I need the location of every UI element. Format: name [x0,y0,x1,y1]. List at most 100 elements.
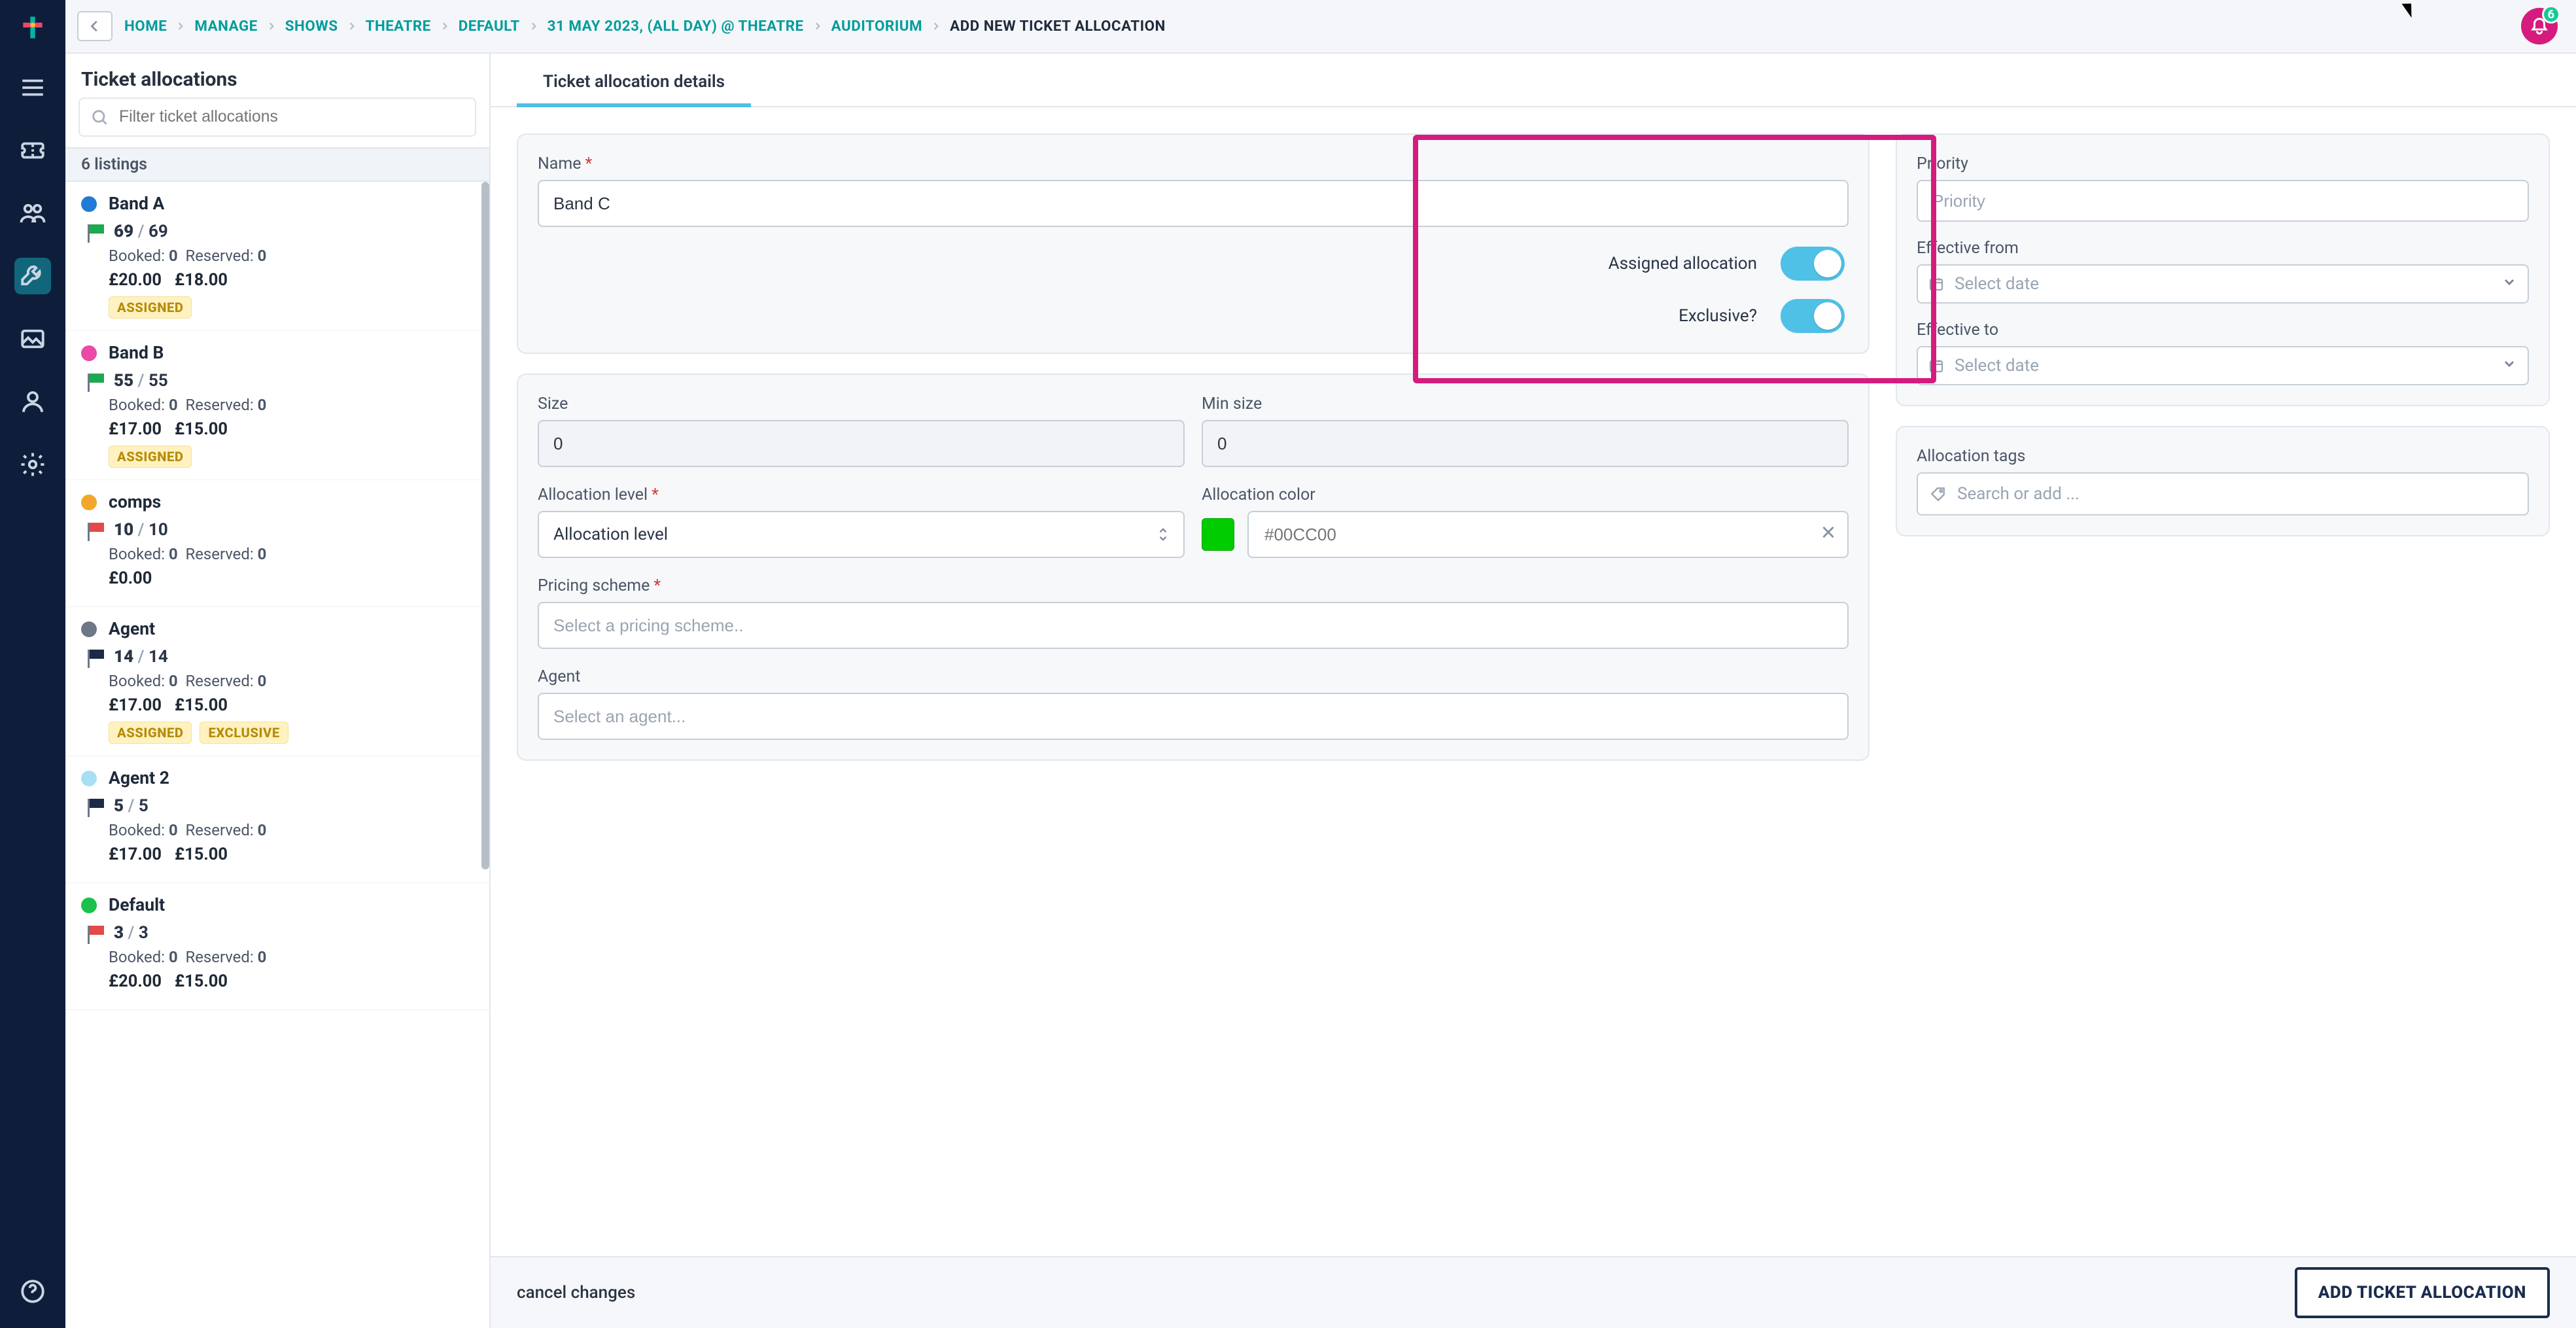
breadcrumb-link[interactable]: MANAGE [194,18,257,35]
nav-help-icon[interactable] [14,1273,51,1310]
name-label: Name* [538,154,1849,173]
nav-tickets-icon[interactable] [14,132,51,169]
color-dot [81,771,97,786]
breadcrumb-link[interactable]: 31 MAY 2023, (ALL DAY) @ THEATRE [548,18,804,35]
list-item[interactable]: Band B55 / 55Booked: 0 Reserved: 0£17.00… [65,331,489,480]
list-item-stats: Booked: 0 Reserved: 0 [81,247,474,265]
list-item-prices: £17.00£15.00 [81,419,474,439]
list-item-name: Band A [109,194,164,214]
tag-pill: ASSIGNED [109,722,192,744]
list-item-name: Band B [109,343,164,363]
breadcrumb-link[interactable]: THEATRE [366,18,431,35]
nav-settings-icon[interactable] [14,446,51,483]
allocationlevel-value: Allocation level [553,525,668,544]
assigned-toggle[interactable] [1781,247,1845,281]
list-item-stats: Booked: 0 Reserved: 0 [81,545,474,563]
eff-from-picker[interactable]: Select date [1917,264,2529,304]
back-button[interactable] [77,11,113,41]
minsize-input[interactable] [1202,420,1849,467]
list-item[interactable]: comps10 / 10Booked: 0 Reserved: 0£0.00 [65,480,489,607]
add-ticket-allocation-button[interactable]: ADD TICKET ALLOCATION [2295,1267,2550,1318]
nav-people-icon[interactable] [14,195,51,232]
list-item[interactable]: Agent 25 / 5Booked: 0 Reserved: 0£17.00£… [65,756,489,883]
list-item-prices: £17.00£15.00 [81,695,474,715]
nav-rail [0,0,65,1328]
clear-color-icon[interactable] [1820,524,1837,546]
priority-label: Priority [1917,154,2529,173]
chevron-updown-icon [1157,527,1169,542]
list-item[interactable]: Default3 / 3Booked: 0 Reserved: 0£20.00£… [65,883,489,1010]
flag-icon [86,374,105,388]
list-item-prices: £20.00£18.00 [81,270,474,290]
list-item[interactable]: Agent14 / 14Booked: 0 Reserved: 0£17.00£… [65,607,489,756]
list-item-stats: Booked: 0 Reserved: 0 [81,396,474,414]
agent-label: Agent [538,667,1849,686]
calendar-icon [1928,276,1944,292]
color-dot [81,196,97,212]
tab-allocation-details[interactable]: Ticket allocation details [517,72,751,106]
app-logo [17,12,48,43]
cancel-button[interactable]: cancel changes [517,1283,635,1302]
exclusive-toggle-label: Exclusive? [1679,306,1757,326]
chevron-right-icon [931,18,941,35]
breadcrumb-link[interactable]: AUDITORIUM [831,18,922,35]
priority-input[interactable] [1917,180,2529,222]
color-swatch[interactable] [1202,518,1234,551]
size-label: Size [538,394,1185,413]
breadcrumb-link[interactable]: SHOWS [285,18,338,35]
allotag-input[interactable]: Search or add ... [1917,472,2529,515]
search-field[interactable] [118,107,464,127]
breadcrumb-link[interactable]: DEFAULT [459,18,520,35]
color-dot [81,621,97,637]
list-item-prices: £20.00£15.00 [81,971,474,991]
allocationlevel-label: Allocation level* [538,485,1185,504]
allocationcolor-input[interactable] [1247,511,1849,558]
listing-count: 6 listings [65,147,489,182]
nav-tools-icon[interactable] [14,258,51,294]
search-icon [90,108,109,126]
allocationlevel-select[interactable]: Allocation level [538,511,1185,558]
tag-pill: ASSIGNED [109,446,192,468]
allotag-placeholder: Search or add ... [1957,484,2080,504]
details-panel: Ticket allocation details Name* Assigned… [491,54,2576,1328]
list-panel: Ticket allocations 6 listings Band A69 /… [65,54,491,1328]
avatar[interactable]: 6 [2521,8,2558,44]
list-item[interactable]: Band A69 / 69Booked: 0 Reserved: 0£20.00… [65,182,489,331]
chevron-right-icon [347,18,357,35]
eff-to-label: Effective to [1917,321,2529,340]
nav-image-icon[interactable] [14,321,51,357]
exclusive-toggle[interactable] [1781,299,1845,333]
flag-icon [86,523,105,537]
tabs: Ticket allocation details [491,54,2576,107]
list-item-name: Default [109,895,165,915]
nav-profile-icon[interactable] [14,383,51,420]
list-item-name: Agent [109,619,155,639]
minsize-label: Min size [1202,394,1849,413]
list-item-stats: Booked: 0 Reserved: 0 [81,672,474,690]
agent-select[interactable] [538,693,1849,740]
pricing-label: Pricing scheme* [538,576,1849,595]
card-main: Name* Assigned allocation Exclusive? [517,133,1870,354]
list-item-name: Agent 2 [109,768,169,788]
search-input[interactable] [78,97,476,137]
breadcrumb-link[interactable]: HOME [124,18,167,35]
nav-menu-icon[interactable] [14,69,51,106]
chevron-right-icon [529,18,538,35]
list-item-stats: Booked: 0 Reserved: 0 [81,821,474,839]
flag-icon [86,224,105,239]
card-secondary: Size Min size Allocation le [517,374,1870,761]
eff-to-placeholder: Select date [1955,356,2039,376]
list-item-prices: £0.00 [81,568,474,588]
pricing-select[interactable] [538,602,1849,649]
flag-icon [86,650,105,664]
list-title: Ticket allocations [65,54,489,97]
name-input[interactable] [538,180,1849,227]
chevron-down-icon [2501,356,2517,376]
list-item-prices: £17.00£15.00 [81,845,474,864]
eff-from-placeholder: Select date [1955,274,2039,294]
allocationcolor-label: Allocation color [1202,485,1849,504]
color-dot [81,495,97,510]
size-input[interactable] [538,420,1185,467]
eff-to-picker[interactable]: Select date [1917,346,2529,385]
card-priority: Priority Effective from Select date Effe… [1896,133,2550,406]
